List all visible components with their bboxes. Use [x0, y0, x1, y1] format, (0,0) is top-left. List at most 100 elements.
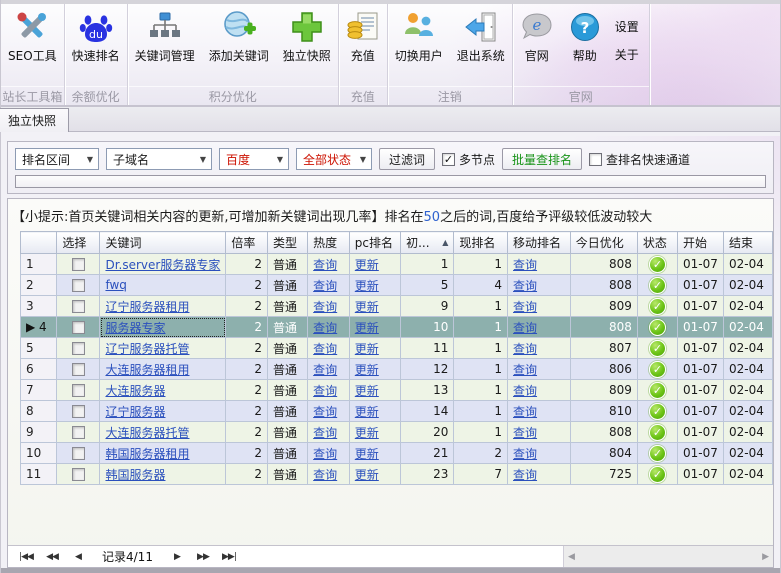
filter-input-bar[interactable] [15, 175, 766, 188]
subdomain-select[interactable]: 子域名▼ [106, 148, 212, 170]
mobile-query-link[interactable]: 查询 [513, 447, 537, 461]
table-row[interactable]: 3辽宁服务器租用2普通查询更新91查询809✓01-0702-04 [21, 296, 773, 317]
mobile-query-link[interactable]: 查询 [513, 279, 537, 293]
row-checkbox[interactable] [72, 363, 85, 376]
heat-query-link[interactable]: 查询 [313, 321, 337, 335]
add-keyword-button[interactable]: 添加关键词 [202, 7, 276, 66]
keyword-link[interactable]: Dr.server服务器专家 [105, 258, 220, 272]
tab-standalone-snapshot[interactable]: 独立快照 [0, 108, 69, 132]
settings-button[interactable]: 设置 [611, 17, 643, 36]
mobile-query-link[interactable]: 查询 [513, 258, 537, 272]
col-header-关键词[interactable]: 关键词 [100, 232, 226, 254]
rank-range-select[interactable]: 排名区间▼ [15, 148, 99, 170]
keyword-link[interactable]: 辽宁服务器租用 [105, 300, 189, 314]
keyword-link[interactable]: 大连服务器托管 [105, 426, 189, 440]
heat-query-link[interactable]: 查询 [313, 384, 337, 398]
pc-update-link[interactable]: 更新 [355, 468, 379, 482]
hscroll-right-arrow-icon[interactable]: ▶ [762, 552, 769, 562]
mobile-query-link[interactable]: 查询 [513, 384, 537, 398]
row-checkbox[interactable] [72, 405, 85, 418]
multi-node-checkbox[interactable]: ✓ 多节点 [442, 151, 495, 168]
row-select-cell[interactable] [57, 296, 100, 317]
keyword-link[interactable]: 辽宁服务器托管 [105, 342, 189, 356]
row-select-cell[interactable] [57, 422, 100, 443]
nav-first-button[interactable]: |◀◀ [14, 549, 38, 565]
row-select-cell[interactable] [57, 254, 100, 275]
row-checkbox[interactable] [72, 300, 85, 313]
row-select-cell[interactable] [57, 359, 100, 380]
row-select-cell[interactable] [57, 464, 100, 485]
seo-tools-button[interactable]: SEO工具 [1, 7, 64, 66]
mobile-query-link[interactable]: 查询 [513, 426, 537, 440]
row-select-cell[interactable] [57, 443, 100, 464]
quick-rank-button[interactable]: du快速排名 [65, 7, 127, 66]
col-header-选择[interactable]: 选择 [57, 232, 100, 254]
table-row[interactable]: 11韩国服务器2普通查询更新237查询725✓01-0702-04 [21, 464, 773, 485]
col-header-热度[interactable]: 热度 [308, 232, 350, 254]
table-row[interactable]: 7大连服务器2普通查询更新131查询809✓01-0702-04 [21, 380, 773, 401]
mobile-query-link[interactable]: 查询 [513, 300, 537, 314]
col-header-结束[interactable]: 结束 [723, 232, 772, 254]
about-button[interactable]: 关于 [611, 45, 643, 64]
row-checkbox[interactable] [72, 258, 85, 271]
table-row[interactable]: 8辽宁服务器2普通查询更新141查询810✓01-0702-04 [21, 401, 773, 422]
pc-update-link[interactable]: 更新 [355, 258, 379, 272]
fast-channel-checkbox[interactable]: 查排名快速通道 [589, 151, 690, 168]
official-site-button[interactable]: e官网 [513, 7, 561, 66]
row-checkbox[interactable] [72, 384, 85, 397]
keyword-link[interactable]: 服务器专家 [105, 321, 165, 335]
hscroll-left-arrow-icon[interactable]: ◀ [568, 552, 575, 562]
col-header-倍率[interactable]: 倍率 [226, 232, 268, 254]
pc-update-link[interactable]: 更新 [355, 405, 379, 419]
nav-prev-button[interactable]: ◀ [66, 549, 90, 565]
keyword-link[interactable]: 韩国服务器 [105, 468, 165, 482]
heat-query-link[interactable]: 查询 [313, 468, 337, 482]
recharge-button[interactable]: 充值 [339, 7, 387, 66]
pc-update-link[interactable]: 更新 [355, 384, 379, 398]
row-checkbox[interactable] [72, 342, 85, 355]
keyword-link[interactable]: 大连服务器租用 [105, 363, 189, 377]
switch-user-button[interactable]: 切换用户 [388, 7, 450, 66]
nav-next-button[interactable]: ▶ [165, 549, 189, 565]
row-checkbox[interactable] [72, 321, 85, 334]
table-row[interactable]: 2fwq2普通查询更新54查询808✓01-0702-04 [21, 275, 773, 296]
keyword-manage-button[interactable]: 关键词管理 [128, 7, 202, 66]
col-header-类型[interactable]: 类型 [267, 232, 307, 254]
table-row[interactable]: 6大连服务器租用2普通查询更新121查询806✓01-0702-04 [21, 359, 773, 380]
heat-query-link[interactable]: 查询 [313, 279, 337, 293]
row-select-cell[interactable] [57, 317, 100, 338]
row-checkbox[interactable] [72, 279, 85, 292]
mobile-query-link[interactable]: 查询 [513, 468, 537, 482]
row-checkbox[interactable] [72, 447, 85, 460]
mobile-query-link[interactable]: 查询 [513, 321, 537, 335]
col-header-rownum[interactable] [21, 232, 57, 254]
pc-update-link[interactable]: 更新 [355, 363, 379, 377]
standalone-snapshot-button[interactable]: 独立快照 [276, 7, 338, 66]
help-button[interactable]: ?帮助 [561, 7, 609, 66]
table-row[interactable]: 9大连服务器托管2普通查询更新201查询808✓01-0702-04 [21, 422, 773, 443]
pc-update-link[interactable]: 更新 [355, 300, 379, 314]
heat-query-link[interactable]: 查询 [313, 363, 337, 377]
heat-query-link[interactable]: 查询 [313, 258, 337, 272]
col-header-今日优化[interactable]: 今日优化 [570, 232, 637, 254]
table-row[interactable]: 1Dr.server服务器专家2普通查询更新11查询808✓01-0702-04 [21, 254, 773, 275]
mobile-query-link[interactable]: 查询 [513, 363, 537, 377]
table-row[interactable]: 10韩国服务器租用2普通查询更新212查询804✓01-0702-04 [21, 443, 773, 464]
keyword-link[interactable]: 大连服务器 [105, 384, 165, 398]
mobile-query-link[interactable]: 查询 [513, 405, 537, 419]
col-header-pc排名[interactable]: pc排名 [349, 232, 400, 254]
pc-update-link[interactable]: 更新 [355, 342, 379, 356]
pc-update-link[interactable]: 更新 [355, 447, 379, 461]
heat-query-link[interactable]: 查询 [313, 405, 337, 419]
keyword-link[interactable]: 韩国服务器租用 [105, 447, 189, 461]
nav-prev-page-button[interactable]: ◀◀ [40, 549, 64, 565]
pc-update-link[interactable]: 更新 [355, 321, 379, 335]
row-select-cell[interactable] [57, 401, 100, 422]
row-select-cell[interactable] [57, 275, 100, 296]
keyword-link[interactable]: fwq [105, 278, 126, 292]
heat-query-link[interactable]: 查询 [313, 300, 337, 314]
col-header-移动排名[interactable]: 移动排名 [508, 232, 571, 254]
table-row[interactable]: ▶ 4服务器专家2普通查询更新101查询808✓01-0702-04 [21, 317, 773, 338]
nav-last-button[interactable]: ▶▶| [217, 549, 241, 565]
row-select-cell[interactable] [57, 380, 100, 401]
